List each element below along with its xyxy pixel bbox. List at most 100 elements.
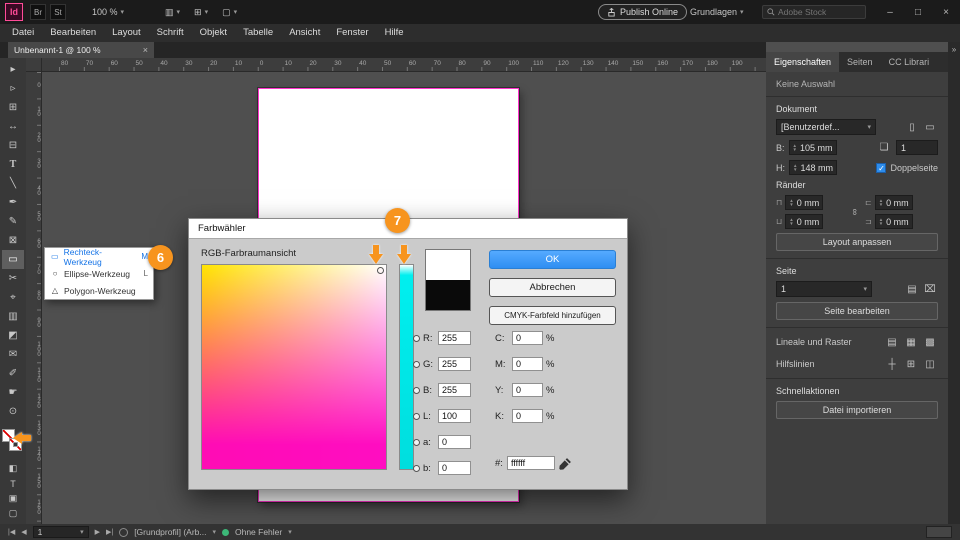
publish-online-button[interactable]: Publish Online xyxy=(598,4,687,20)
resize-grip[interactable] xyxy=(926,526,952,538)
landscape-button[interactable]: ▭ xyxy=(922,120,938,134)
menu-item[interactable]: Fenster xyxy=(328,24,376,42)
page-number-field[interactable]: 1 ▾ xyxy=(33,526,89,538)
preflight-menu-icon[interactable] xyxy=(119,528,128,537)
show-guides-icon[interactable]: ┼ xyxy=(884,357,900,371)
preflight-profile[interactable]: [Grundprofil] (Arb... xyxy=(134,527,206,537)
flyout-polygon-werkzeug[interactable]: △ Polygon-Werkzeug xyxy=(45,282,153,299)
pencil-tool[interactable]: ✎ xyxy=(2,212,24,231)
hand-tool[interactable]: ☛ xyxy=(2,383,24,402)
gap-tool[interactable]: ↔ xyxy=(2,117,24,136)
next-page-button[interactable]: ▶ xyxy=(95,528,100,536)
edit-page-button[interactable]: Seite bearbeiten xyxy=(776,302,938,320)
preflight-status[interactable]: Ohne Fehler xyxy=(235,527,282,537)
add-page-icon[interactable]: ▤ xyxy=(904,282,920,296)
previous-page-button[interactable]: ◀ xyxy=(21,528,26,536)
workspace-switcher[interactable]: Grundlagen ▾ xyxy=(690,0,744,24)
screen-mode-normal-icon[interactable]: ▢ xyxy=(2,506,24,521)
radio-button[interactable] xyxy=(413,335,420,342)
menu-item[interactable]: Objekt xyxy=(192,24,235,42)
stepper-arrows-icon[interactable]: ▲▼ xyxy=(879,218,883,226)
zoom-tool[interactable]: ⊙ xyxy=(2,402,24,421)
baseline-grid-icon[interactable]: ▩ xyxy=(922,335,938,349)
facing-pages-checkbox[interactable]: ✓ xyxy=(876,163,886,173)
portrait-button[interactable]: ▯ xyxy=(904,120,920,134)
radio-button[interactable] xyxy=(413,413,420,420)
stepper-arrows-icon[interactable]: ▲▼ xyxy=(789,199,793,207)
first-page-button[interactable]: |◀ xyxy=(8,528,15,536)
radio-button[interactable] xyxy=(413,361,420,368)
formatting-affects-container-icon[interactable]: ◧ xyxy=(2,461,24,476)
width-stepper[interactable]: ▲▼ 105 mm xyxy=(789,140,837,155)
close-button[interactable]: × xyxy=(932,0,960,24)
view-options-dropdown[interactable]: ▥▾ xyxy=(165,7,180,18)
tab-seiten[interactable]: Seiten xyxy=(839,52,881,72)
apply-color-icon[interactable]: ▣ xyxy=(2,491,24,506)
line-tool[interactable]: ╲ xyxy=(2,174,24,193)
horizontal-ruler[interactable]: 8070605040302010010203040506070809010011… xyxy=(42,58,766,72)
vertical-ruler[interactable]: 0102030405060708090100110120130140150160 xyxy=(26,72,42,524)
arrange-documents-dropdown[interactable]: ▢▾ xyxy=(222,7,237,18)
menu-item[interactable]: Layout xyxy=(104,24,149,42)
screen-mode-dropdown[interactable]: ⊞▾ xyxy=(194,7,208,18)
stock-button[interactable]: St xyxy=(50,4,66,20)
eyedropper-icon[interactable] xyxy=(559,457,572,470)
collapse-panels-icon[interactable]: » xyxy=(952,45,956,54)
page-number-dropdown[interactable]: 1 ▾ xyxy=(776,281,872,297)
free-transform-tool[interactable]: ⌖ xyxy=(2,288,24,307)
lock-guides-icon[interactable]: ⊞ xyxy=(903,357,919,371)
menu-item[interactable]: Datei xyxy=(4,24,42,42)
last-page-button[interactable]: ▶| xyxy=(106,528,113,536)
radio-button[interactable] xyxy=(413,439,420,446)
minimize-button[interactable]: – xyxy=(876,0,904,24)
document-preset-dropdown[interactable]: [Benutzerdef... ▾ xyxy=(776,119,876,135)
radio-button[interactable] xyxy=(413,465,420,472)
direct-selection-tool[interactable]: ▹ xyxy=(2,79,24,98)
eyedropper-tool[interactable]: ✐ xyxy=(2,364,24,383)
gradient-feather-tool[interactable]: ◩ xyxy=(2,326,24,345)
menu-item[interactable]: Bearbeiten xyxy=(42,24,104,42)
add-cmyk-swatch-button[interactable]: CMYK-Farbfeld hinzufügen xyxy=(489,306,616,325)
menu-item[interactable]: Hilfe xyxy=(377,24,412,42)
formatting-affects-text-icon[interactable]: T xyxy=(2,476,24,491)
hex-field[interactable]: ffffff xyxy=(507,456,555,470)
gradient-swatch-tool[interactable]: ▥ xyxy=(2,307,24,326)
pen-tool[interactable]: ✒ xyxy=(2,193,24,212)
adobe-stock-search[interactable] xyxy=(762,5,866,19)
adjust-layout-button[interactable]: Layout anpassen xyxy=(776,233,938,251)
rectangle-frame-tool[interactable]: ⊠ xyxy=(2,231,24,250)
menu-item[interactable]: Tabelle xyxy=(235,24,281,42)
restore-button[interactable]: □ xyxy=(904,0,932,24)
document-grid-icon[interactable]: ▦ xyxy=(903,335,919,349)
note-tool[interactable]: ✉ xyxy=(2,345,24,364)
cancel-button[interactable]: Abbrechen xyxy=(489,278,616,297)
link-margins-icon[interactable]: ∞ xyxy=(850,209,860,215)
flyout-ellipse-werkzeug[interactable]: ○ Ellipse-Werkzeug L xyxy=(45,265,153,282)
menu-item[interactable]: Ansicht xyxy=(281,24,328,42)
tab-eigenschaften[interactable]: Eigenschaften xyxy=(766,52,839,72)
smart-guides-icon[interactable]: ◫ xyxy=(922,357,938,371)
radio-button[interactable] xyxy=(413,387,420,394)
panel-collapse-strip[interactable]: » xyxy=(948,42,960,524)
show-rulers-icon[interactable]: ▤ xyxy=(884,335,900,349)
color-field[interactable] xyxy=(201,264,387,470)
stepper-arrows-icon[interactable]: ▲▼ xyxy=(879,199,883,207)
menu-item[interactable]: Schrift xyxy=(149,24,192,42)
bridge-button[interactable]: Br xyxy=(30,4,46,20)
tab-close-icon[interactable]: × xyxy=(143,45,148,55)
ok-button[interactable]: OK xyxy=(489,250,616,269)
flyout-rechteck-werkzeug[interactable]: ▭ Rechteck-Werkzeug M xyxy=(45,248,153,265)
ruler-origin-corner[interactable] xyxy=(26,58,42,72)
content-collector-tool[interactable]: ⊟ xyxy=(2,136,24,155)
color-spectrum-slider[interactable] xyxy=(399,264,414,470)
document-tab[interactable]: Unbenannt-1 @ 100 % × xyxy=(8,42,154,58)
stepper-arrows-icon[interactable]: ▲▼ xyxy=(793,164,797,172)
tab-cc-libraries[interactable]: CC Librari xyxy=(881,52,938,72)
page-tool[interactable]: ⊞ xyxy=(2,98,24,117)
search-input[interactable] xyxy=(778,7,858,17)
stepper-arrows-icon[interactable]: ▲▼ xyxy=(789,218,793,226)
import-file-button[interactable]: Datei importieren xyxy=(776,401,938,419)
height-stepper[interactable]: ▲▼ 148 mm xyxy=(789,160,837,175)
selection-tool[interactable]: ▸ xyxy=(2,60,24,79)
zoom-level-dropdown[interactable]: 100 % ▾ xyxy=(92,0,124,24)
